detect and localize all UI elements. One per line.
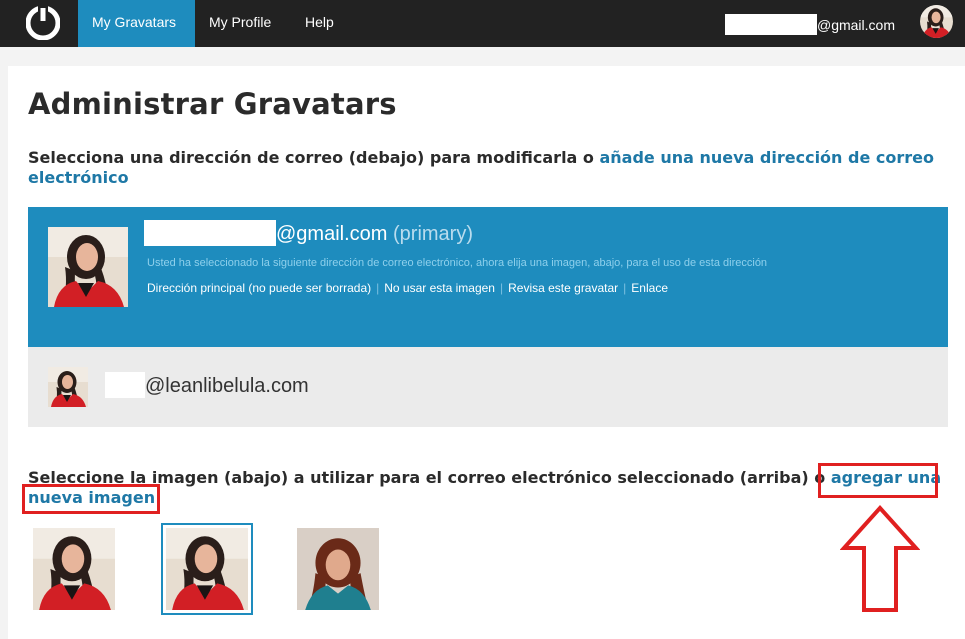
separator: | bbox=[623, 281, 627, 295]
secondary-email-domain: @leanlibelula.com bbox=[145, 375, 309, 397]
nav-help[interactable]: Help bbox=[291, 0, 348, 47]
top-navbar: My Gravatars My Profile Help @gmail.com bbox=[0, 0, 965, 47]
separator: | bbox=[499, 281, 504, 295]
secondary-email-address: @leanlibelula.com bbox=[105, 372, 309, 398]
primary-email-actions: Dirección principal (no puede ser borrad… bbox=[147, 281, 668, 295]
gravatar-logo-icon[interactable] bbox=[26, 6, 60, 40]
separator: | bbox=[376, 281, 380, 295]
redacted-block bbox=[144, 220, 276, 246]
account-email[interactable]: @gmail.com bbox=[724, 14, 895, 35]
email-row-secondary[interactable]: @leanlibelula.com bbox=[28, 347, 948, 427]
primary-tag: (primary) bbox=[393, 223, 473, 245]
primary-email-description: Usted ha seleccionado la siguiente direc… bbox=[147, 257, 768, 269]
gallery-image-2-selected[interactable] bbox=[161, 523, 253, 615]
image-select-instructions: Seleccione la imagen (abajo) a utilizar … bbox=[28, 468, 948, 508]
nav-my-gravatars[interactable]: My Gravatars bbox=[78, 0, 195, 47]
highlight-box bbox=[818, 463, 938, 498]
gallery-image-1[interactable] bbox=[33, 528, 115, 610]
link-link[interactable]: Enlace bbox=[631, 281, 668, 295]
gallery-image-2-photo bbox=[166, 528, 248, 610]
email-select-instructions: Selecciona una dirección de correo (deba… bbox=[28, 148, 958, 188]
primary-address-label: Dirección principal (no puede ser borrad… bbox=[147, 281, 372, 295]
redacted-block bbox=[724, 14, 817, 35]
redacted-block bbox=[105, 372, 145, 398]
nav-my-profile[interactable]: My Profile bbox=[195, 0, 285, 47]
primary-email-address: @gmail.com (primary) bbox=[144, 220, 473, 246]
main-card: Administrar Gravatars Selecciona una dir… bbox=[8, 66, 965, 639]
secondary-email-thumbnail bbox=[48, 367, 88, 407]
highlight-box bbox=[22, 484, 160, 514]
check-gravatar-link[interactable]: Revisa este gravatar bbox=[508, 281, 618, 295]
user-avatar[interactable] bbox=[920, 5, 953, 38]
dont-use-image-link[interactable]: No usar esta imagen bbox=[384, 281, 495, 295]
account-email-domain: @gmail.com bbox=[816, 17, 895, 33]
primary-email-domain: @gmail.com bbox=[276, 223, 388, 245]
primary-email-thumbnail bbox=[48, 227, 128, 307]
email-row-primary[interactable]: @gmail.com (primary) Usted ha selecciona… bbox=[28, 207, 948, 347]
page-title: Administrar Gravatars bbox=[28, 87, 397, 121]
up-arrow-icon bbox=[840, 505, 920, 612]
gallery-image-3[interactable] bbox=[297, 528, 379, 610]
subtitle-text: Selecciona una dirección de correo (deba… bbox=[28, 148, 600, 167]
